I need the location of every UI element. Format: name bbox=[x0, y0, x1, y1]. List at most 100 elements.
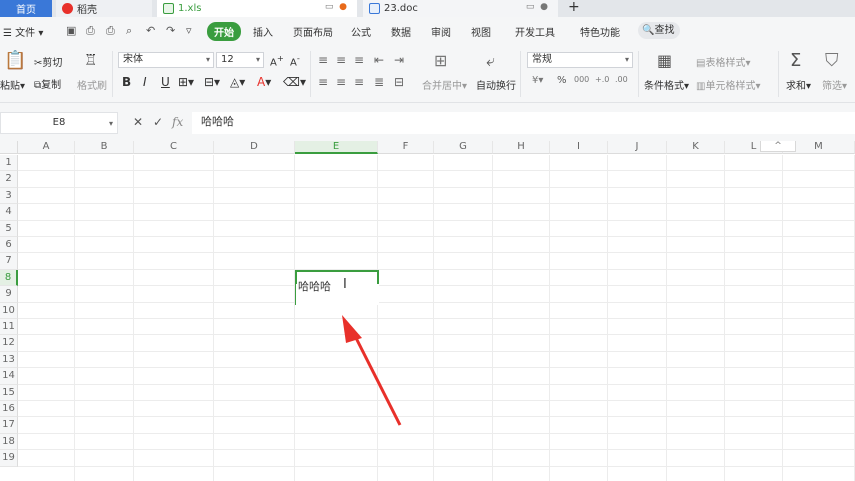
decrease-decimal-button[interactable]: .00 bbox=[615, 75, 628, 84]
row-header-1[interactable]: 1 bbox=[0, 155, 18, 172]
number-format-select[interactable]: 常规 ▾ bbox=[527, 52, 633, 68]
row-header-17[interactable]: 17 bbox=[0, 417, 18, 434]
row-header-6[interactable]: 6 bbox=[0, 237, 18, 254]
column-header-G[interactable]: G bbox=[434, 141, 493, 154]
row-header-14[interactable]: 14 bbox=[0, 368, 18, 385]
row-header-13[interactable]: 13 bbox=[0, 351, 18, 369]
bold-button[interactable]: B bbox=[122, 75, 131, 89]
justify-icon[interactable]: ≣ bbox=[374, 75, 384, 89]
row-header-10[interactable]: 10 bbox=[0, 302, 18, 319]
sum-icon[interactable]: Σ bbox=[790, 50, 801, 71]
increase-decimal-button[interactable]: +.0 bbox=[595, 75, 609, 84]
tab-insert[interactable]: 插入 bbox=[253, 24, 273, 39]
formula-input[interactable]: 哈哈哈 bbox=[192, 112, 855, 134]
tab-review[interactable]: 审阅 bbox=[431, 24, 451, 39]
table-style-button[interactable]: ▤表格样式▾ bbox=[696, 54, 750, 69]
customize-toolbar-icon[interactable]: ▿ bbox=[186, 24, 192, 37]
cancel-edit-icon[interactable]: ✕ bbox=[133, 115, 143, 129]
tab-formulas[interactable]: 公式 bbox=[351, 24, 371, 39]
select-all-corner[interactable] bbox=[0, 141, 18, 154]
collapse-ribbon-button[interactable]: ^ bbox=[760, 141, 796, 152]
name-box[interactable]: E8 ▾ bbox=[0, 112, 118, 134]
tab-page-layout[interactable]: 页面布局 bbox=[293, 24, 333, 39]
align-right-icon[interactable]: ≡ bbox=[354, 75, 364, 89]
file-menu[interactable]: ☰ 文件 ▾ bbox=[3, 24, 43, 39]
column-header-J[interactable]: J bbox=[608, 141, 667, 154]
format-painter-icon[interactable]: ♖ bbox=[84, 51, 97, 69]
active-cell-text[interactable]: 哈哈哈 bbox=[298, 278, 331, 294]
merge-center-button[interactable]: 合并居中▾ bbox=[422, 77, 467, 92]
font-name-select[interactable]: 宋体 ▾ bbox=[118, 52, 214, 68]
filter-button[interactable]: 筛选▾ bbox=[822, 77, 847, 92]
column-header-H[interactable]: H bbox=[493, 141, 550, 154]
percent-button[interactable]: % bbox=[557, 75, 567, 86]
merge-center-icon[interactable]: ⊞ bbox=[434, 51, 447, 70]
distributed-align-icon[interactable]: ⊟ bbox=[394, 75, 404, 89]
column-header-F[interactable]: F bbox=[378, 141, 434, 154]
filter-icon[interactable]: ⛉ bbox=[825, 50, 839, 71]
redo-icon[interactable]: ↷ bbox=[166, 24, 175, 37]
row-header-8[interactable]: 8 bbox=[0, 269, 18, 287]
wrap-text-button[interactable]: 自动换行 bbox=[476, 77, 516, 92]
fill-color-icon[interactable]: ◬▾ bbox=[230, 75, 245, 89]
row-header-11[interactable]: 11 bbox=[0, 319, 18, 336]
italic-button[interactable]: I bbox=[143, 75, 147, 89]
decrease-indent-icon[interactable]: ⇤ bbox=[374, 53, 384, 67]
tab-special-features[interactable]: 特色功能 bbox=[580, 24, 620, 39]
tab-document[interactable]: 23.doc ▭ ● bbox=[363, 0, 558, 17]
align-bottom-icon[interactable]: ≡ bbox=[354, 53, 364, 67]
format-painter-label[interactable]: 格式刷 bbox=[77, 77, 107, 92]
tab-daoke[interactable]: 稻壳 bbox=[56, 0, 152, 17]
row-header-12[interactable]: 12 bbox=[0, 335, 18, 352]
decrease-font-icon[interactable]: A- bbox=[290, 53, 300, 68]
row-header-15[interactable]: 15 bbox=[0, 384, 18, 401]
new-tab-button[interactable]: + bbox=[568, 0, 580, 15]
tab-spreadsheet[interactable]: 1.xls ▭ ● bbox=[157, 0, 357, 17]
align-top-icon[interactable]: ≡ bbox=[318, 53, 328, 67]
column-header-A[interactable]: A bbox=[18, 141, 75, 154]
font-color-button[interactable]: A▾ bbox=[257, 75, 271, 89]
align-left-icon[interactable]: ≡ bbox=[318, 75, 328, 89]
row-header-16[interactable]: 16 bbox=[0, 401, 18, 418]
confirm-edit-icon[interactable]: ✓ bbox=[153, 115, 163, 129]
tab-spreadsheet-controls[interactable]: ▭ ● bbox=[325, 2, 347, 12]
row-header-9[interactable]: 9 bbox=[0, 286, 18, 303]
search-box[interactable]: 🔍查找 bbox=[638, 22, 680, 39]
increase-font-icon[interactable]: A+ bbox=[270, 53, 284, 68]
column-header-I[interactable]: I bbox=[550, 141, 608, 154]
row-header-5[interactable]: 5 bbox=[0, 220, 18, 237]
column-header-D[interactable]: D bbox=[214, 141, 295, 154]
save-icon[interactable]: ▣ bbox=[66, 24, 76, 37]
print-icon[interactable]: ⎙ bbox=[106, 24, 115, 38]
cell-shade-icon[interactable]: ⊟▾ bbox=[204, 75, 220, 89]
paste-button[interactable]: 粘贴▾ bbox=[0, 77, 25, 92]
cell-style-button[interactable]: ▥单元格样式▾ bbox=[696, 77, 760, 92]
thousands-separator-button[interactable]: 000 bbox=[574, 75, 589, 84]
row-header-2[interactable]: 2 bbox=[0, 171, 18, 188]
clear-format-icon[interactable]: ⌫▾ bbox=[283, 75, 306, 89]
row-header-3[interactable]: 3 bbox=[0, 187, 18, 205]
increase-indent-icon[interactable]: ⇥ bbox=[394, 53, 404, 67]
align-middle-icon[interactable]: ≡ bbox=[336, 53, 346, 67]
copy-button[interactable]: ⧉复制 bbox=[34, 76, 61, 91]
sum-button[interactable]: 求和▾ bbox=[786, 77, 811, 92]
print-preview-icon[interactable]: ⌕ bbox=[126, 24, 132, 38]
border-icon[interactable]: ⊞▾ bbox=[178, 75, 194, 89]
currency-button[interactable]: ¥▾ bbox=[532, 75, 543, 86]
paste-icon[interactable]: 📋 bbox=[4, 50, 26, 71]
row-header-4[interactable]: 4 bbox=[0, 204, 18, 221]
tab-view[interactable]: 视图 bbox=[471, 24, 491, 39]
font-size-select[interactable]: 12 ▾ bbox=[216, 52, 264, 68]
column-header-E[interactable]: E bbox=[295, 141, 378, 154]
cut-button[interactable]: ✂剪切 bbox=[34, 54, 62, 69]
export-pdf-icon[interactable]: ⎙ bbox=[86, 24, 95, 38]
spreadsheet-grid[interactable]: A B C D E F G H I J K L M 1 2 3 4 5 6 7 8 9 10 11 12 13 14 15 16 17 18… bbox=[0, 141, 855, 481]
insert-function-button[interactable]: fx bbox=[172, 115, 183, 129]
conditional-format-icon[interactable]: ▦ bbox=[657, 51, 672, 70]
row-header-19[interactable]: 19 bbox=[0, 450, 18, 467]
conditional-format-button[interactable]: 条件格式▾ bbox=[644, 77, 689, 92]
tab-start[interactable]: 开始 bbox=[207, 22, 241, 41]
underline-button[interactable]: U bbox=[161, 75, 170, 89]
column-header-K[interactable]: K bbox=[667, 141, 725, 154]
column-header-C[interactable]: C bbox=[134, 141, 214, 154]
